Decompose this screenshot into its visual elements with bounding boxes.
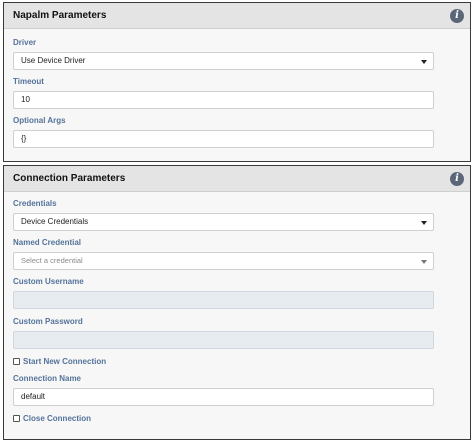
named-credential-select[interactable]: Select a credential (13, 252, 434, 270)
credentials-label: Credentials (13, 199, 57, 208)
named-credential-label: Named Credential (13, 238, 82, 247)
driver-label: Driver (13, 38, 37, 47)
chevron-down-icon (421, 60, 427, 64)
custom-password-label: Custom Password (13, 317, 83, 326)
optional-args-input[interactable]: {} (13, 130, 434, 148)
timeout-value: 10 (21, 95, 30, 104)
custom-username-input[interactable] (13, 291, 434, 309)
start-new-connection-checkbox[interactable] (13, 358, 20, 365)
timeout-label: Timeout (13, 77, 44, 86)
optional-args-value: {} (21, 134, 27, 143)
panel-title: Napalm Parameters (13, 10, 107, 21)
custom-password-input[interactable] (13, 331, 434, 349)
info-icon[interactable]: i (450, 172, 464, 186)
chevron-down-icon (421, 221, 427, 225)
connection-parameters-panel: Connection Parameters i Credentials Devi… (3, 165, 471, 440)
custom-username-label: Custom Username (13, 277, 84, 286)
connection-name-label: Connection Name (13, 374, 82, 383)
credentials-select[interactable]: Device Credentials (13, 213, 434, 231)
panel-header: Napalm Parameters i (4, 3, 470, 29)
driver-value: Use Device Driver (21, 56, 86, 65)
start-new-connection-label[interactable]: Start New Connection (23, 357, 106, 366)
connection-name-input[interactable]: default (13, 388, 434, 406)
close-connection-label[interactable]: Close Connection (23, 414, 91, 423)
info-icon[interactable]: i (450, 9, 464, 23)
napalm-parameters-panel: Napalm Parameters i Driver Use Device Dr… (3, 2, 471, 162)
panel-header: Connection Parameters i (4, 166, 470, 192)
optional-args-label: Optional Args (13, 116, 66, 125)
connection-name-value: default (21, 392, 46, 401)
named-credential-placeholder: Select a credential (21, 256, 83, 265)
close-connection-checkbox[interactable] (13, 415, 20, 422)
timeout-input[interactable]: 10 (13, 91, 434, 109)
credentials-value: Device Credentials (21, 217, 89, 226)
chevron-down-icon (421, 260, 427, 264)
panel-title: Connection Parameters (13, 173, 126, 184)
driver-select[interactable]: Use Device Driver (13, 52, 434, 70)
